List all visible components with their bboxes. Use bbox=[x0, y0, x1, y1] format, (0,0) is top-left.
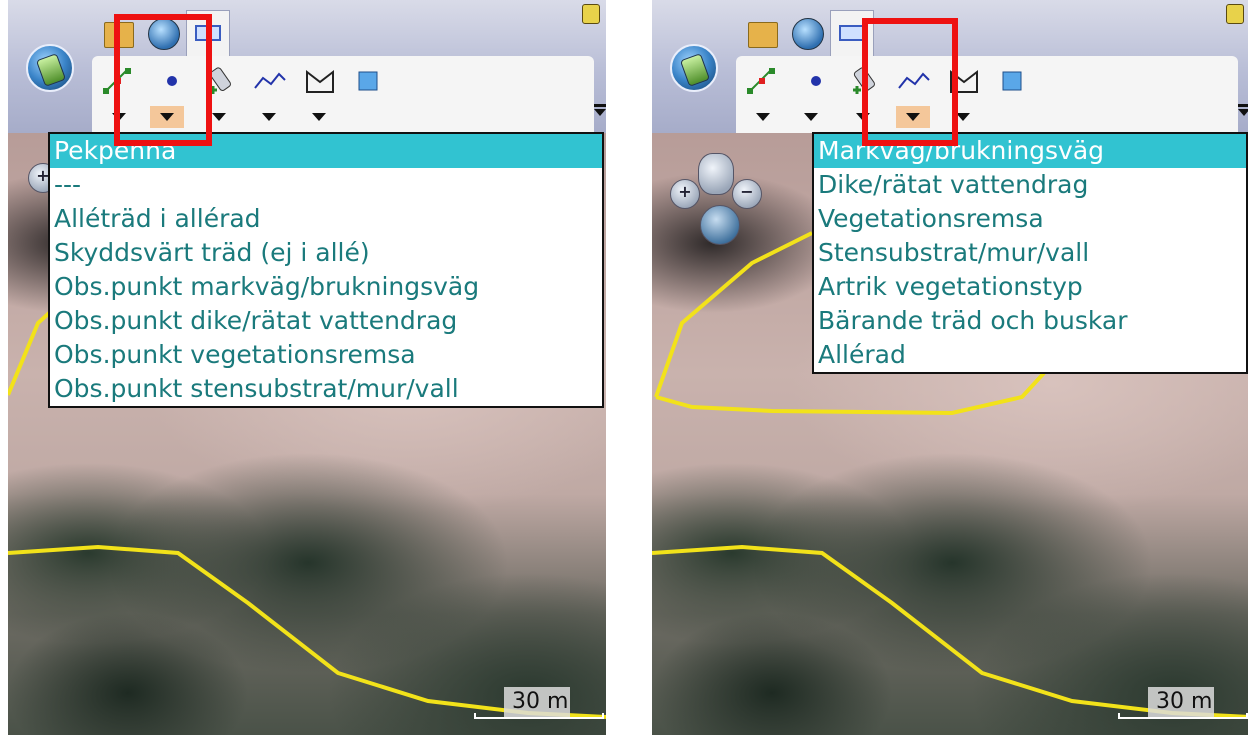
lock-icon[interactable] bbox=[582, 4, 600, 24]
toolbar bbox=[736, 56, 1238, 133]
menu-item[interactable]: Bärande träd och buskar bbox=[814, 304, 1246, 338]
point-dropdown[interactable] bbox=[794, 106, 828, 128]
app-menu-icon[interactable] bbox=[26, 44, 74, 92]
layer-icon[interactable] bbox=[992, 64, 1032, 98]
point-type-menu[interactable]: Pekpenna --- Alléträd i allérad Skyddsvä… bbox=[48, 132, 604, 408]
menu-item[interactable]: Allérad bbox=[814, 338, 1246, 372]
folder-icon[interactable] bbox=[742, 10, 782, 56]
line-icon[interactable] bbox=[250, 64, 290, 98]
annotation-highlight-box bbox=[862, 18, 958, 146]
zoom-out-icon[interactable]: − bbox=[732, 179, 762, 209]
point-icon[interactable] bbox=[796, 64, 836, 98]
map-navigation-cluster: + − bbox=[670, 153, 762, 245]
scale-bar: 30 m bbox=[474, 687, 604, 719]
line-type-menu[interactable]: Markväg/brukningsväg Dike/rätat vattendr… bbox=[812, 132, 1248, 374]
edit-dropdown[interactable] bbox=[746, 106, 780, 128]
zoom-in-icon[interactable]: + bbox=[670, 179, 700, 209]
pan-hand-icon[interactable] bbox=[698, 153, 734, 195]
toolbar-overflow-icon[interactable] bbox=[594, 104, 606, 118]
app-menu-icon[interactable] bbox=[670, 44, 718, 92]
toolbar-overflow-icon[interactable] bbox=[1238, 104, 1248, 118]
menu-item[interactable]: Obs.punkt markväg/brukningsväg bbox=[50, 270, 602, 304]
scale-bar: 30 m bbox=[1118, 687, 1248, 719]
layer-icon[interactable] bbox=[348, 64, 388, 98]
menu-item[interactable]: Skyddsvärt träd (ej i allé) bbox=[50, 236, 602, 270]
globe-icon[interactable] bbox=[786, 10, 826, 56]
left-screen: + 30 m Pekpenna --- Alléträd i allérad S… bbox=[8, 0, 606, 735]
edit-vertex-icon[interactable] bbox=[742, 64, 782, 98]
menu-item[interactable]: Obs.punkt stensubstrat/mur/vall bbox=[50, 372, 602, 406]
scale-label: 30 m bbox=[512, 689, 569, 714]
menu-item[interactable]: Alléträd i allérad bbox=[50, 202, 602, 236]
scale-label: 30 m bbox=[1156, 689, 1213, 714]
annotation-highlight-box bbox=[114, 14, 212, 146]
right-screen: + − 30 m Markväg/brukningsväg Dike/rätat… bbox=[652, 0, 1248, 735]
menu-item[interactable]: Vegetationsremsa bbox=[814, 202, 1246, 236]
polygon-dropdown[interactable] bbox=[302, 106, 336, 128]
lock-icon[interactable] bbox=[1226, 4, 1244, 24]
menu-item[interactable]: --- bbox=[50, 168, 602, 202]
menu-item[interactable]: Obs.punkt dike/rätat vattendrag bbox=[50, 304, 602, 338]
header bbox=[8, 0, 606, 133]
globe-view-icon[interactable] bbox=[700, 205, 740, 245]
menu-item[interactable]: Artrik vegetationstyp bbox=[814, 270, 1246, 304]
menu-item[interactable]: Dike/rätat vattendrag bbox=[814, 168, 1246, 202]
menu-item[interactable]: Stensubstrat/mur/vall bbox=[814, 236, 1246, 270]
line-dropdown[interactable] bbox=[252, 106, 286, 128]
polygon-icon[interactable] bbox=[300, 64, 340, 98]
menu-item[interactable]: Obs.punkt vegetationsremsa bbox=[50, 338, 602, 372]
